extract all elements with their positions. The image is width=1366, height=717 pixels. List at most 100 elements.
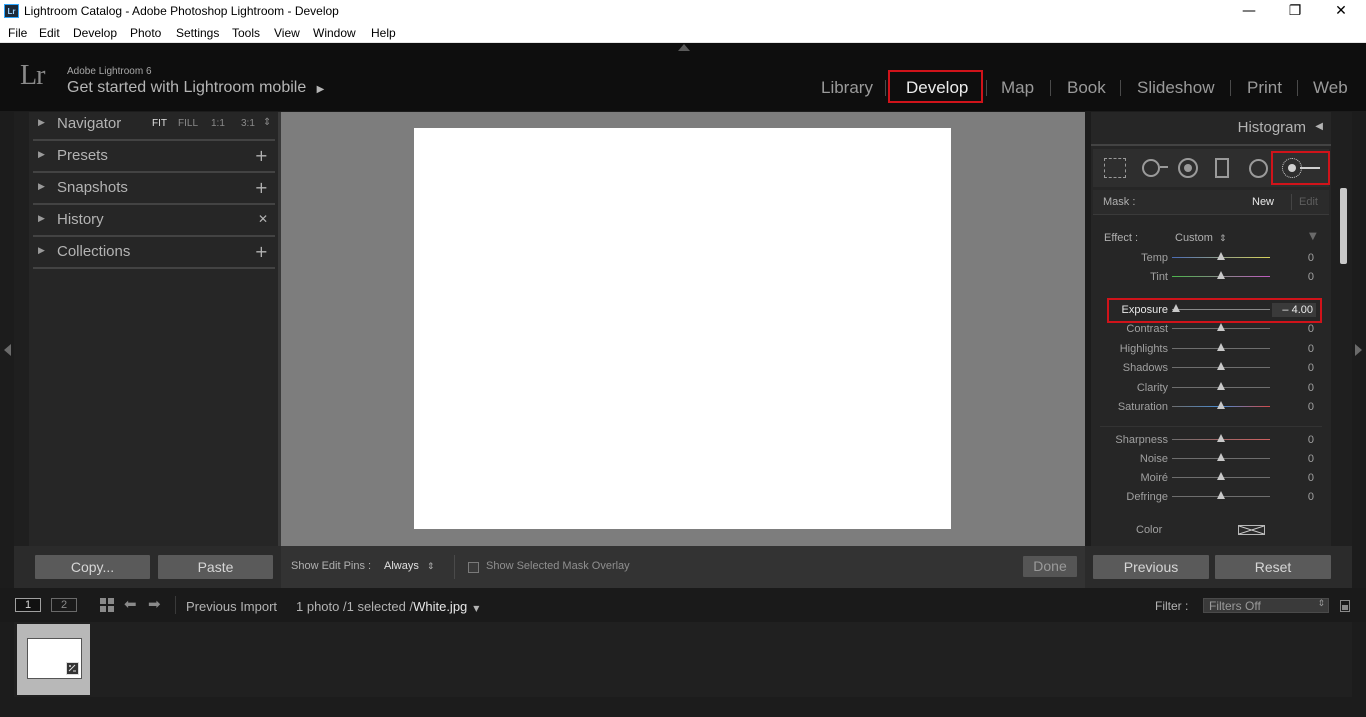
back-arrow-icon[interactable]: ⬅ [124,595,137,613]
slider-defringe[interactable]: Defringe 0 [1096,488,1318,507]
slider-value[interactable]: 0 [1274,401,1314,413]
add-snapshot-icon[interactable]: + [255,178,268,197]
previous-button[interactable]: Previous [1093,555,1209,579]
collections-header[interactable]: ▶ Collections + [33,237,275,269]
exposure-thumb[interactable] [1171,304,1180,312]
mobile-prompt[interactable]: Get started with Lightroom mobile ▶ [67,79,324,97]
histogram-header[interactable]: Histogram ◀ [1091,112,1331,146]
slider-contrast[interactable]: Contrast 0 [1096,320,1318,339]
add-preset-icon[interactable]: + [255,146,268,165]
menu-view[interactable]: View [274,26,300,40]
mask-edit-button[interactable]: Edit [1299,196,1318,208]
slider-value[interactable]: 0 [1274,434,1314,446]
zoom-fill[interactable]: FILL [178,118,198,129]
slider-value[interactable]: 0 [1274,362,1314,374]
slider-thumb[interactable] [1217,434,1225,442]
menu-help[interactable]: Help [371,26,396,40]
add-collection-icon[interactable]: + [255,242,268,261]
slider-temp[interactable]: Temp 0 [1096,249,1318,268]
menu-photo[interactable]: Photo [130,26,161,40]
slider-clarity[interactable]: Clarity 0 [1096,379,1318,398]
slider-thumb[interactable] [1217,252,1225,260]
paste-settings-button[interactable]: Paste [158,555,273,579]
history-header[interactable]: ▶ History ✕ [33,205,275,237]
module-web[interactable]: Web [1313,78,1348,98]
mask-overlay-checkbox[interactable] [468,562,479,573]
close-icon[interactable]: ✕ [1318,0,1364,22]
slider-value[interactable]: 0 [1274,271,1314,283]
effect-preset-select[interactable]: Custom ⇕ [1175,232,1227,244]
zoom-stepper-icon[interactable]: ⇕ [263,117,271,128]
slider-value[interactable]: 0 [1274,491,1314,503]
module-slideshow[interactable]: Slideshow [1137,78,1215,98]
secondary-screen-button[interactable]: 2 [51,598,77,612]
slider-saturation[interactable]: Saturation 0 [1096,398,1318,417]
presets-header[interactable]: ▶ Presets + [33,141,275,173]
radial-filter-icon[interactable] [1249,159,1268,178]
module-library[interactable]: Library [821,78,873,98]
zoom-fit[interactable]: FIT [152,118,167,129]
reset-button[interactable]: Reset [1215,555,1331,579]
slider-thumb[interactable] [1217,491,1225,499]
slider-highlights[interactable]: Highlights 0 [1096,340,1318,359]
slider-thumb[interactable] [1217,271,1225,279]
navigator-header[interactable]: ▶ Navigator FIT FILL 1:1 3:1 ⇕ [33,109,275,141]
source-label[interactable]: Previous Import [186,599,277,614]
slider-sharpness[interactable]: Sharpness 0 [1096,431,1318,450]
slider-noise[interactable]: Noise 0 [1096,450,1318,469]
spot-removal-icon[interactable] [1142,159,1160,177]
right-panel-scrollbar[interactable] [1340,188,1347,264]
module-book[interactable]: Book [1067,78,1106,98]
slider-value[interactable]: 0 [1274,252,1314,264]
slider-thumb[interactable] [1217,381,1225,390]
collapse-right-icon[interactable] [1355,344,1362,356]
mask-new-button[interactable]: New [1252,196,1274,208]
filter-lock-icon[interactable] [1340,600,1350,612]
module-develop[interactable]: Develop [906,78,968,98]
exposure-track[interactable] [1172,309,1270,310]
slider-moir[interactable]: Moiré 0 [1096,469,1318,488]
selection-info[interactable]: 1 photo /1 selected /White.jpg ▼ [296,599,479,614]
primary-screen-button[interactable]: 1 [15,598,41,612]
slider-value[interactable]: 0 [1274,323,1314,335]
adjustment-brush-icon[interactable] [1282,158,1302,178]
clear-history-icon[interactable]: ✕ [258,212,268,226]
red-eye-icon[interactable] [1178,158,1198,178]
exposure-slider[interactable]: Exposure – 4.00 [1096,301,1318,320]
slider-thumb[interactable] [1217,453,1225,461]
restore-icon[interactable]: ❐ [1272,0,1318,22]
module-map[interactable]: Map [1001,78,1034,98]
slider-thumb[interactable] [1217,323,1225,331]
minimize-icon[interactable]: — [1226,0,1272,22]
slider-value[interactable]: 0 [1274,382,1314,394]
collapse-top-icon[interactable] [678,44,690,51]
snapshots-header[interactable]: ▶ Snapshots + [33,173,275,205]
zoom-3-1[interactable]: 3:1 [241,118,255,129]
color-swatch[interactable] [1238,525,1265,535]
slider-value[interactable]: 0 [1274,472,1314,484]
forward-arrow-icon[interactable]: ➡ [148,595,161,613]
grid-view-icon[interactable] [100,598,115,612]
slider-thumb[interactable] [1217,362,1225,370]
photo-preview[interactable] [414,128,951,529]
exposure-value[interactable]: – 4.00 [1272,303,1316,317]
graduated-filter-icon[interactable] [1215,158,1229,178]
slider-thumb[interactable] [1217,342,1225,351]
menu-develop[interactable]: Develop [73,26,117,40]
slider-tint[interactable]: Tint 0 [1096,268,1318,287]
slider-thumb[interactable] [1217,401,1225,409]
slider-thumb[interactable] [1217,472,1225,480]
menu-file[interactable]: File [8,26,27,40]
show-edit-pins-select[interactable]: Always ⇕ [384,560,434,572]
zoom-1-1[interactable]: 1:1 [211,118,225,129]
module-print[interactable]: Print [1247,78,1282,98]
slider-value[interactable]: 0 [1274,453,1314,465]
collapse-left-icon[interactable] [4,344,11,356]
crop-overlay-icon[interactable] [1104,158,1126,178]
copy-settings-button[interactable]: Copy... [35,555,150,579]
menu-settings[interactable]: Settings [176,26,219,40]
menu-window[interactable]: Window [313,26,356,40]
effect-collapse-icon[interactable]: ▼ [1309,231,1317,242]
menu-tools[interactable]: Tools [232,26,260,40]
slider-shadows[interactable]: Shadows 0 [1096,359,1318,378]
